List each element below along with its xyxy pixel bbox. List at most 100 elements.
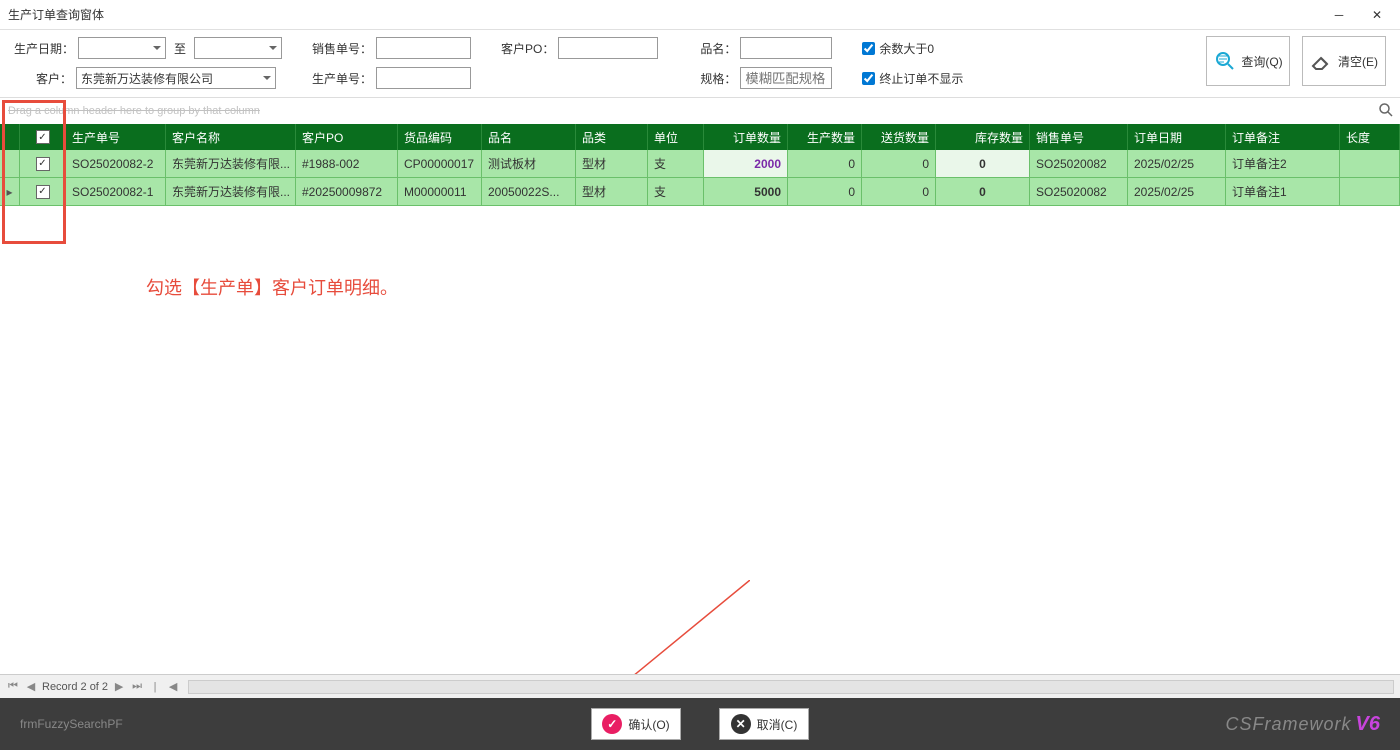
grid-search-icon[interactable] (1378, 102, 1394, 118)
cell-prod: SO25020082-1 (66, 178, 166, 205)
form-name: frmFuzzySearchPF (20, 717, 123, 731)
col-unit[interactable]: 单位 (648, 124, 704, 150)
col-prod[interactable]: 生产单号 (66, 124, 166, 150)
pager-next[interactable]: ▶ (112, 680, 126, 694)
cell-cat: 型材 (576, 178, 648, 205)
pager-scrollbar[interactable] (188, 680, 1394, 694)
cell-cust: 东莞新万达装修有限... (166, 150, 296, 177)
cell-name: 测试板材 (482, 150, 576, 177)
cell-code: CP00000017 (398, 150, 482, 177)
group-by-area[interactable]: Drag a column header here to group by th… (0, 98, 1400, 124)
name-input[interactable] (740, 37, 832, 59)
minimize-button[interactable]: ─ (1324, 5, 1354, 25)
col-po[interactable]: 客户PO (296, 124, 398, 150)
date-from-dropdown[interactable] (78, 37, 166, 59)
cell-date: 2025/02/25 (1128, 150, 1226, 177)
cell-cat: 型材 (576, 150, 648, 177)
cell-po: #20250009872 (296, 178, 398, 205)
col-code[interactable]: 货品编码 (398, 124, 482, 150)
col-cat[interactable]: 品类 (576, 124, 648, 150)
cell-sales: SO25020082 (1030, 178, 1128, 205)
cust-po-input[interactable] (558, 37, 658, 59)
col-cust[interactable]: 客户名称 (166, 124, 296, 150)
cell-len (1340, 150, 1400, 177)
col-expand (0, 124, 20, 150)
cell-len (1340, 178, 1400, 205)
annotation-text: 勾选【生产单】客户订单明细。 (146, 274, 398, 300)
pager-last[interactable]: ⏭ (130, 680, 144, 694)
customer-value: 东莞新万达装修有限公司 (81, 70, 213, 87)
col-check[interactable] (20, 124, 66, 150)
filter-bar: 生产日期： 至 客户： 东莞新万达装修有限公司 销售单号： 生产单号： 客户PO… (0, 30, 1400, 98)
row-check[interactable] (20, 178, 66, 205)
data-grid: 生产单号 客户名称 客户PO 货品编码 品名 品类 单位 订单数量 生产数量 送… (0, 124, 1400, 206)
cell-remark: 订单备注2 (1226, 150, 1340, 177)
col-stock[interactable]: 库存数量 (936, 124, 1030, 150)
spec-input[interactable] (740, 67, 832, 89)
table-row[interactable]: ▸SO25020082-1东莞新万达装修有限...#20250009872M00… (0, 178, 1400, 206)
col-name[interactable]: 品名 (482, 124, 576, 150)
row-checkbox[interactable] (36, 185, 50, 199)
cell-code: M00000011 (398, 178, 482, 205)
brand: CSFramework V6 (1226, 713, 1380, 736)
cell-sqty: 0 (862, 150, 936, 177)
cancel-label: 取消(C) (757, 716, 798, 733)
pager-record: Record 2 of 2 (42, 681, 108, 693)
col-oqty[interactable]: 订单数量 (704, 124, 788, 150)
spec-label: 规格： (688, 70, 736, 87)
clear-button[interactable]: 清空(E) (1302, 36, 1386, 86)
pager-sep: | (148, 680, 162, 694)
row-checkbox[interactable] (36, 157, 50, 171)
brand-cs: CSFramework (1226, 714, 1352, 735)
cell-stock: 0 (936, 150, 1030, 177)
pager-prev[interactable]: ◀ (24, 680, 38, 694)
remain-gt0-checkbox[interactable] (862, 42, 875, 55)
prod-no-input[interactable] (376, 67, 471, 89)
hide-closed-label: 终止订单不显示 (879, 70, 963, 87)
grid-header: 生产单号 客户名称 客户PO 货品编码 品名 品类 单位 订单数量 生产数量 送… (0, 124, 1400, 150)
table-row[interactable]: SO25020082-2东莞新万达装修有限...#1988-002CP00000… (0, 150, 1400, 178)
close-button[interactable]: ✕ (1362, 5, 1392, 25)
eraser-icon (1310, 49, 1334, 73)
pager-first[interactable]: ⏮ (6, 680, 20, 694)
col-sqty[interactable]: 送货数量 (862, 124, 936, 150)
window-controls: ─ ✕ (1324, 5, 1392, 25)
col-date[interactable]: 订单日期 (1128, 124, 1226, 150)
cell-pqty: 0 (788, 178, 862, 205)
select-all-checkbox[interactable] (36, 130, 50, 144)
customer-dropdown[interactable]: 东莞新万达装修有限公司 (76, 67, 276, 89)
date-to-dropdown[interactable] (194, 37, 282, 59)
ok-button[interactable]: ✓ 确认(O) (591, 708, 681, 740)
row-indicator: ▸ (0, 178, 20, 205)
col-sales[interactable]: 销售单号 (1030, 124, 1128, 150)
cell-name: 20050022S... (482, 178, 576, 205)
cancel-button[interactable]: ✕ 取消(C) (719, 708, 809, 740)
cell-sqty: 0 (862, 178, 936, 205)
customer-label: 客户： (14, 70, 72, 87)
query-label: 查询(Q) (1241, 53, 1282, 70)
hide-closed-checkbox[interactable] (862, 72, 875, 85)
sales-no-input[interactable] (376, 37, 471, 59)
window-title: 生产订单查询窗体 (8, 6, 1324, 23)
pager-left[interactable]: ◀ (166, 680, 180, 694)
x-icon: ✕ (731, 714, 751, 734)
cell-pqty: 0 (788, 150, 862, 177)
query-button[interactable]: 查询(Q) (1206, 36, 1290, 86)
col-len[interactable]: 长度 (1340, 124, 1400, 150)
row-check[interactable] (20, 150, 66, 177)
cell-sales: SO25020082 (1030, 150, 1128, 177)
cell-oqty: 2000 (704, 150, 788, 177)
date-to-label: 至 (174, 40, 186, 57)
prod-date-label: 生产日期： (14, 40, 74, 57)
remain-gt0-label: 余数大于0 (879, 40, 934, 57)
sales-no-label: 销售单号： (312, 40, 372, 57)
pager: ⏮ ◀ Record 2 of 2 ▶ ⏭ | ◀ (0, 674, 1400, 698)
col-remark[interactable]: 订单备注 (1226, 124, 1340, 150)
prod-no-label: 生产单号： (312, 70, 372, 87)
row-indicator (0, 150, 20, 177)
cell-unit: 支 (648, 150, 704, 177)
cell-remark: 订单备注1 (1226, 178, 1340, 205)
col-pqty[interactable]: 生产数量 (788, 124, 862, 150)
title-bar: 生产订单查询窗体 ─ ✕ (0, 0, 1400, 30)
footer: frmFuzzySearchPF ✓ 确认(O) ✕ 取消(C) CSFrame… (0, 698, 1400, 750)
